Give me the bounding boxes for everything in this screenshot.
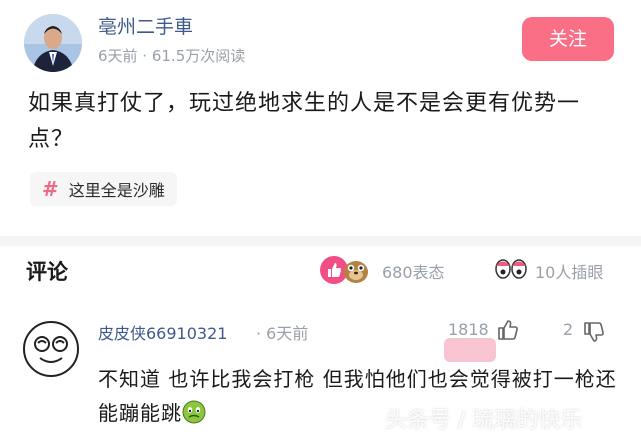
thumbs-down-icon[interactable] — [582, 320, 606, 344]
comment-time: · 6天前 — [256, 324, 309, 343]
author-name[interactable]: 亳州二手車 — [98, 12, 193, 39]
section-divider — [0, 236, 641, 246]
follow-button[interactable]: 关注 — [522, 17, 614, 61]
eyes-icon[interactable] — [494, 258, 528, 280]
comments-title: 评论 — [26, 260, 68, 284]
hashtag-icon: # — [42, 177, 59, 201]
watermark: 头条号 / 琉璃的快乐 — [385, 408, 583, 433]
post-meta: 6天前 · 61.5万次阅读 — [98, 47, 246, 65]
author-avatar[interactable] — [24, 14, 82, 72]
dog-emoji-reaction-icon — [340, 253, 372, 285]
commenter-name[interactable]: 皮皮侠66910321 — [98, 320, 227, 344]
insight-count[interactable]: 10人插眼 — [535, 259, 603, 283]
topic-label: 这里全是沙雕 — [68, 181, 165, 200]
watermark-logo-icon — [440, 330, 500, 370]
reaction-count[interactable]: 680表态 — [382, 259, 445, 283]
dislike-count: 2 — [563, 320, 574, 339]
sick-face-emoji-icon — [182, 400, 206, 424]
commenter-avatar[interactable] — [22, 320, 80, 378]
post-text[interactable]: 如果真打仗了，玩过绝地求生的人是不是会更有优势一点？ — [28, 86, 618, 158]
topic-tag[interactable]: # 这里全是沙雕 — [30, 172, 177, 206]
